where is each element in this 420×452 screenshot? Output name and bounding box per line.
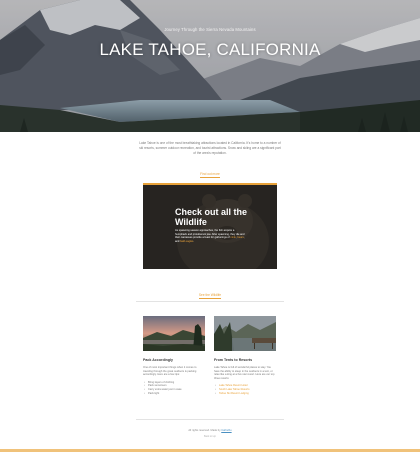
see-wildlife-link[interactable]: See the Wildlife (198, 293, 222, 299)
hero-subtitle: Journey Through the Sierra Nevada Mounta… (164, 27, 256, 32)
pack-text: One of most important things when it com… (143, 366, 197, 376)
footer-divider (136, 419, 284, 420)
resorts-list: Lake Tahoe Resort Hotel South Lake Tahoe… (214, 384, 276, 395)
feature-accent-bar (143, 183, 277, 185)
footer-credit-link[interactable]: Cathulhu (221, 429, 231, 432)
feature-highlight-eagles: bald eagles (180, 239, 194, 243)
resort-link[interactable]: Tahoe Ski Resort Lodging (214, 392, 276, 396)
wildlife-feature: Check out all the Wildlife As spawning s… (143, 183, 277, 269)
lake-deck-image (214, 316, 276, 351)
pack-accordingly-column: Pack Accordingly One of most important t… (143, 316, 205, 396)
intro-paragraph: Lake Tahoe is one of the most breathtaki… (139, 141, 281, 155)
hero-title: LAKE TAHOE, CALIFORNIA (99, 40, 321, 59)
pack-photo (143, 316, 205, 351)
footer-text: All rights reserved. Made by (188, 429, 222, 432)
resort-photo (214, 316, 276, 351)
footer: All rights reserved. Made by Cathulhu (0, 429, 420, 432)
back-to-top-link[interactable]: Back to top (0, 435, 420, 438)
pack-heading: Pack Accordingly (143, 358, 174, 362)
find-out-more-label: Find out more (200, 172, 220, 178)
tents-resorts-column: From Tents to Resorts Lake Tahoe is full… (214, 316, 276, 395)
pack-list: Bring layers of clothing Pack sunscreen … (143, 381, 205, 396)
list-item: Pack light (143, 392, 205, 396)
sunset-lake-image (143, 316, 205, 351)
find-out-more-link[interactable]: Find out more (200, 172, 220, 178)
feature-title: Check out all the Wildlife (175, 207, 248, 227)
resorts-text: Lake Tahoe is full of wonderful places t… (214, 366, 275, 380)
hero-mountain-image (0, 0, 420, 132)
hero-banner: Journey Through the Sierra Nevada Mounta… (0, 0, 420, 132)
feature-text: As spawning season approaches, the fish … (175, 229, 245, 243)
see-wildlife-label: See the Wildlife (198, 293, 222, 299)
section-divider (136, 301, 284, 302)
find-out-more-row: Find out more (0, 162, 420, 180)
see-wildlife-row: See the Wildlife (0, 283, 420, 301)
resorts-heading: From Tents to Resorts (214, 358, 253, 362)
feature-text-end: . (193, 239, 195, 243)
